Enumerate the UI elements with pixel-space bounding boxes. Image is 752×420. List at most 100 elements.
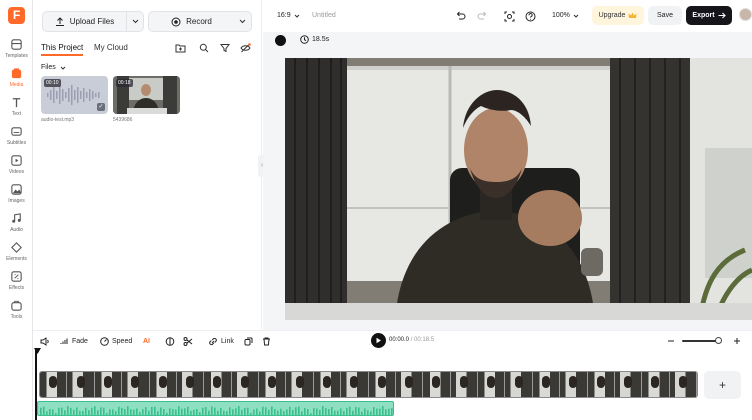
waveform-bar: [361, 411, 363, 415]
rail-label: Elements: [6, 256, 27, 262]
waveform-bar: [196, 408, 198, 415]
split-button[interactable]: [183, 335, 193, 347]
waveform-bar: [88, 410, 90, 415]
record-button[interactable]: Record: [148, 11, 252, 32]
upload-files-button[interactable]: Upload Files: [42, 11, 144, 32]
aspect-ratio-select[interactable]: 16:9: [277, 12, 300, 19]
waveform-bar: [199, 412, 201, 415]
add-track-button[interactable]: +: [704, 371, 741, 399]
delete-button[interactable]: [262, 335, 271, 347]
filmstrip-frame: [286, 372, 314, 397]
waveform-bar: [211, 406, 213, 415]
rail-item-subtitles[interactable]: Subtitles: [0, 125, 33, 151]
upload-options-button[interactable]: [126, 12, 143, 31]
timeline-toolbar: Fade Speed AI Link 00:00.0 / 00:18.5: [33, 330, 752, 350]
rail-item-tools[interactable]: Tools: [0, 299, 33, 325]
waveform-bar: [118, 406, 120, 415]
ai-tools-button[interactable]: AI: [143, 335, 150, 347]
save-button[interactable]: Save: [648, 6, 682, 25]
audio-clip[interactable]: [37, 401, 394, 416]
total-time: / 00:18.5: [410, 337, 435, 343]
filmstrip-frame: [122, 372, 150, 397]
duplicate-icon: [244, 337, 253, 345]
waveform-bar: [319, 409, 321, 415]
waveform-bar: [61, 407, 63, 415]
undo-button[interactable]: [453, 9, 467, 23]
rail-item-audio[interactable]: Audio: [0, 212, 33, 238]
zoom-out-button[interactable]: [667, 335, 675, 347]
export-button[interactable]: Export: [686, 6, 732, 25]
waveform-bar: [112, 409, 114, 415]
waveform-bar: [187, 406, 189, 415]
filmstrip-subject: [158, 376, 167, 388]
waveform-bar: [328, 409, 330, 415]
redo-button[interactable]: [475, 9, 489, 23]
waveform-bar: [85, 407, 87, 415]
waveform-bar: [124, 409, 126, 415]
trash-icon: [263, 337, 270, 345]
waveform-bar: [241, 409, 243, 415]
play-button[interactable]: [371, 333, 386, 348]
chevron-down-icon: [294, 14, 299, 18]
help-icon: [525, 11, 535, 21]
record-icon: [171, 17, 181, 26]
zoom-in-button[interactable]: [733, 335, 741, 347]
files-section-toggle[interactable]: Files: [41, 64, 66, 71]
link-button[interactable]: Link: [208, 335, 234, 347]
waveform-bar: [166, 412, 168, 415]
filmstrip-subject: [405, 376, 414, 388]
rail-item-videos[interactable]: Videos: [0, 154, 33, 180]
filmstrip-subject: [268, 376, 277, 388]
avatar[interactable]: [739, 8, 752, 21]
upgrade-button[interactable]: Upgrade: [592, 6, 644, 25]
waveform-bar: [97, 410, 99, 415]
background-color-swatch[interactable]: [275, 35, 286, 46]
rail-item-media[interactable]: Media: [0, 67, 33, 93]
upload-icon: [55, 16, 64, 26]
waveform-bar: [202, 407, 204, 415]
record-label: Record: [186, 17, 212, 26]
filmstrip-subject: [377, 376, 386, 388]
tab-this-project[interactable]: This Project: [41, 43, 84, 56]
duration-control[interactable]: 18.5s: [300, 35, 329, 44]
playhead-handle[interactable]: [34, 348, 41, 354]
fade-button[interactable]: Fade: [60, 335, 88, 347]
search-button[interactable]: [197, 41, 211, 55]
speed-button[interactable]: Speed: [100, 335, 132, 347]
media-item-video[interactable]: 00:18: [113, 76, 180, 114]
waveform-bar: [94, 406, 96, 415]
chevron-down-icon: [60, 66, 66, 70]
project-title[interactable]: Untitled: [312, 12, 336, 19]
rail-item-effects[interactable]: Effects: [0, 270, 33, 296]
rail-item-text[interactable]: Text: [0, 96, 33, 122]
flip-button[interactable]: [165, 335, 175, 347]
waveform-bar: [349, 406, 351, 415]
filmstrip-frame: [478, 372, 506, 397]
filmstrip-subject: [240, 376, 249, 388]
rail-item-elements[interactable]: Elements: [0, 241, 33, 267]
screenshot-button[interactable]: [502, 9, 516, 23]
volume-button[interactable]: [40, 335, 50, 347]
record-options-button[interactable]: [234, 12, 251, 31]
duplicate-button[interactable]: [244, 335, 253, 347]
waveform-bar: [67, 406, 69, 415]
app-logo[interactable]: F: [8, 7, 25, 24]
help-button[interactable]: [523, 9, 537, 23]
zoom-slider-handle[interactable]: [715, 337, 722, 344]
media-item-audio[interactable]: 00:10 ✓: [41, 76, 108, 114]
rail-item-images[interactable]: Images: [0, 183, 33, 209]
waveform-bar: [70, 407, 72, 415]
rail-item-templates[interactable]: Templates: [0, 38, 33, 64]
video-clip[interactable]: [39, 371, 698, 398]
video-preview[interactable]: [285, 58, 752, 320]
check-icon[interactable]: ✓: [97, 103, 105, 111]
tab-my-cloud[interactable]: My Cloud: [94, 43, 128, 52]
waveform-bar: [76, 407, 78, 415]
timeline-zoom-slider[interactable]: [682, 340, 718, 342]
hide-button[interactable]: [238, 41, 252, 55]
rail-label: Videos: [8, 169, 25, 175]
new-folder-button[interactable]: [173, 41, 187, 55]
waveform-bar: [193, 409, 195, 415]
filter-button[interactable]: [218, 41, 232, 55]
zoom-select[interactable]: 100%: [552, 12, 579, 19]
